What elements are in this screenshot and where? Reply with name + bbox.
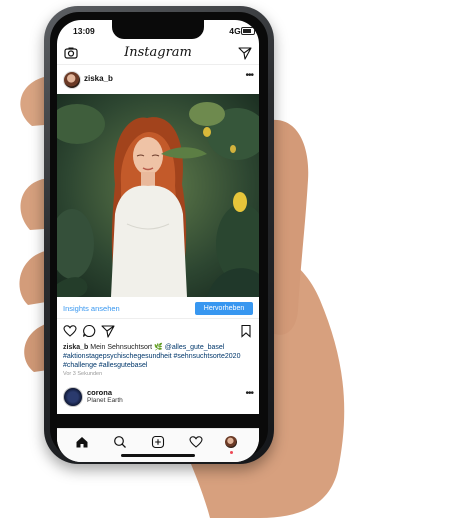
next-post-photo[interactable] xyxy=(57,414,259,428)
next-post-username[interactable]: corona xyxy=(87,388,112,397)
phone-screen: 13:09 4G Instagram ziska_b ••• Insights … xyxy=(57,20,259,462)
more-icon[interactable]: ••• xyxy=(245,388,253,399)
share-icon[interactable] xyxy=(101,324,115,338)
notification-dot xyxy=(230,451,233,454)
caption-hashtags-line2[interactable]: #challenge #allesgutebasel xyxy=(63,362,147,369)
caption-text: Mein Sehnsuchtsort 🌿 xyxy=(88,344,165,351)
next-post-location[interactable]: Planet Earth xyxy=(87,397,123,404)
post-photo[interactable] xyxy=(57,94,259,297)
promote-button[interactable]: Hervorheben xyxy=(195,302,253,315)
insights-link[interactable]: Insights ansehen xyxy=(63,304,120,313)
home-icon[interactable] xyxy=(75,435,89,449)
phone-frame: 13:09 4G Instagram ziska_b ••• Insights … xyxy=(44,6,274,464)
post-username[interactable]: ziska_b xyxy=(84,74,113,83)
heart-icon[interactable] xyxy=(63,324,77,338)
home-indicator xyxy=(121,454,195,457)
status-bar: 13:09 4G xyxy=(57,20,259,40)
post-actions xyxy=(57,322,259,340)
activity-icon[interactable] xyxy=(189,435,203,449)
avatar[interactable] xyxy=(63,387,83,407)
add-icon[interactable] xyxy=(151,435,165,449)
more-icon[interactable]: ••• xyxy=(245,70,253,81)
post-timestamp: Vor 3 Sekunden xyxy=(63,371,103,377)
app-logo: Instagram xyxy=(124,45,192,60)
battery-icon xyxy=(241,27,255,35)
send-icon[interactable] xyxy=(238,46,252,60)
app-header: Instagram xyxy=(57,42,259,65)
caption-hashtags-line1[interactable]: #aktionstagepsychischegesundheit #sehnsu… xyxy=(63,353,240,360)
post-header: ziska_b ••• xyxy=(57,66,259,92)
comment-icon[interactable] xyxy=(82,324,96,338)
profile-icon[interactable] xyxy=(225,436,237,448)
caption-username[interactable]: ziska_b xyxy=(63,344,88,351)
post-caption: ziska_b Mein Sehnsuchtsort 🌿 @alles_gute… xyxy=(63,343,253,371)
insights-bar: Insights ansehen Hervorheben xyxy=(57,300,259,319)
search-icon[interactable] xyxy=(113,435,127,449)
next-post-header: corona Planet Earth ••• xyxy=(57,384,259,412)
status-network: 4G xyxy=(229,26,241,36)
bookmark-icon[interactable] xyxy=(239,324,253,338)
caption-mention[interactable]: @alles_gute_basel xyxy=(165,344,225,351)
status-time: 13:09 xyxy=(73,26,95,36)
avatar[interactable] xyxy=(63,71,81,89)
